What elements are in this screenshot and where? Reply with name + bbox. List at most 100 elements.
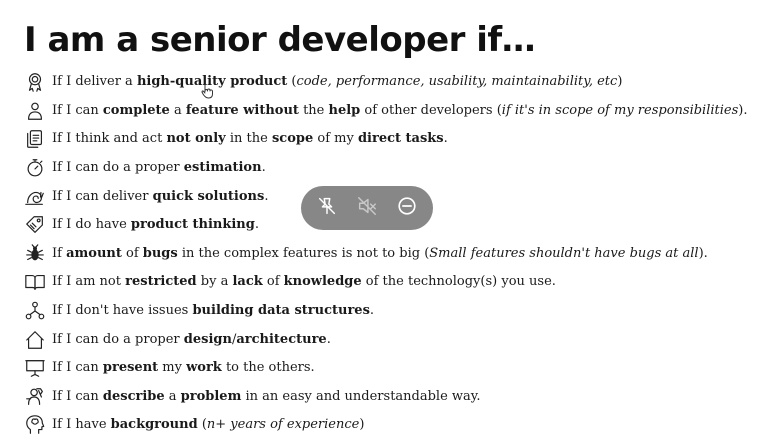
pin-off-icon bbox=[316, 195, 338, 221]
bold-text: design bbox=[183, 331, 232, 347]
text-fragment: If I can do a proper bbox=[52, 160, 184, 176]
text-fragment: If I can bbox=[52, 360, 103, 376]
stopwatch-icon bbox=[24, 157, 46, 179]
problem-solving-icon bbox=[24, 386, 46, 408]
head-brain-icon bbox=[24, 414, 46, 436]
list-item: If I can do a proper estimation. bbox=[24, 154, 759, 183]
text-fragment: If I think and act bbox=[52, 131, 167, 147]
text-fragment: . bbox=[443, 131, 448, 147]
text-fragment: If I don't have issues bbox=[52, 303, 193, 319]
bold-text: feature without bbox=[185, 102, 299, 118]
text-fragment: If I have bbox=[52, 417, 111, 433]
tree-structure-icon bbox=[24, 300, 46, 322]
page-title: I am a senior developer if… bbox=[24, 20, 536, 60]
floating-media-controls bbox=[301, 186, 433, 230]
italic-text: n+ years of experience bbox=[206, 417, 360, 433]
bold-text: building data structures bbox=[192, 303, 370, 319]
text-fragment: If I can deliver bbox=[52, 188, 153, 204]
text-fragment: of my bbox=[313, 131, 358, 147]
list-item: If amount of bugs in the complex feature… bbox=[24, 240, 759, 269]
list-item: If I think and act not only in the scope… bbox=[24, 125, 759, 154]
bold-text: describe bbox=[102, 388, 165, 404]
text-fragment: . bbox=[326, 331, 331, 347]
bold-text: restricted bbox=[125, 274, 197, 290]
bold-text: help bbox=[328, 102, 361, 118]
text-fragment: of other developers ( bbox=[360, 102, 502, 118]
bold-text: product thinking bbox=[130, 217, 255, 233]
text-fragment: If I do have bbox=[52, 217, 131, 233]
open-book-icon bbox=[24, 271, 46, 293]
text-fragment: my bbox=[158, 360, 187, 376]
minimize-button[interactable] bbox=[393, 194, 421, 222]
text-fragment: a bbox=[169, 102, 186, 118]
text-fragment: If I deliver a bbox=[52, 74, 137, 90]
text-fragment: If I can bbox=[52, 388, 103, 404]
text-fragment: the bbox=[298, 102, 329, 118]
person-icon bbox=[24, 100, 46, 122]
bold-text: present bbox=[102, 360, 159, 376]
list-item-text: If I don't have issues building data str… bbox=[52, 300, 374, 322]
text-fragment: of the technology(s) you use. bbox=[361, 274, 556, 290]
list-item: If I can present my work to the others. bbox=[24, 354, 759, 383]
italic-text: code, performance, usability, maintainab… bbox=[296, 74, 618, 90]
list-item-text: If I do have product thinking. bbox=[52, 214, 259, 236]
text-fragment: . bbox=[254, 217, 259, 233]
text-fragment: If bbox=[52, 245, 67, 261]
bold-text: amount bbox=[66, 245, 122, 261]
list-item: If I deliver a high-quality product (cod… bbox=[24, 68, 759, 97]
bold-text: estimation bbox=[183, 160, 262, 176]
list-item-text: If I can deliver quick solutions. bbox=[52, 186, 268, 208]
italic-text: if it's in scope of my responsibilities bbox=[501, 102, 739, 118]
bold-text: knowledge bbox=[283, 274, 362, 290]
list-item-text: If I can complete a feature without the … bbox=[52, 100, 748, 122]
house-outline-icon bbox=[24, 329, 46, 351]
text-fragment: in the bbox=[225, 131, 272, 147]
list-item-text: If I am not restricted by a lack of know… bbox=[52, 271, 556, 293]
text-fragment: ( bbox=[197, 417, 207, 433]
list-item: If I can do a proper design/architecture… bbox=[24, 325, 759, 354]
presentation-board-icon bbox=[24, 357, 46, 379]
list-item-text: If I have background (n+ years of experi… bbox=[52, 414, 364, 436]
text-fragment: ). bbox=[698, 245, 708, 261]
bold-text: bugs bbox=[142, 245, 178, 261]
text-fragment: by a bbox=[196, 274, 233, 290]
text-fragment: of bbox=[262, 274, 284, 290]
text-fragment: . bbox=[261, 160, 266, 176]
documents-icon bbox=[24, 128, 46, 150]
bold-text: problem bbox=[180, 388, 242, 404]
bold-text: not only bbox=[166, 131, 226, 147]
text-fragment: to the others. bbox=[221, 360, 315, 376]
list-item-text: If I can do a proper design/architecture… bbox=[52, 329, 331, 351]
bold-text: architecture bbox=[236, 331, 327, 347]
mute-button[interactable] bbox=[353, 194, 381, 222]
text-fragment: ) bbox=[617, 74, 623, 90]
italic-text: Small features shouldn't have bugs at al… bbox=[429, 245, 699, 261]
bold-text: quick solutions bbox=[152, 188, 265, 204]
list-item: If I can describe a problem in an easy a… bbox=[24, 383, 759, 412]
text-fragment: a bbox=[164, 388, 181, 404]
text-fragment: If I can do a proper bbox=[52, 331, 184, 347]
price-tag-icon bbox=[24, 214, 46, 236]
list-item-text: If I think and act not only in the scope… bbox=[52, 128, 448, 150]
text-fragment: ) bbox=[359, 417, 365, 433]
text-fragment: ). bbox=[738, 102, 748, 118]
text-fragment: in an easy and understandable way. bbox=[241, 388, 481, 404]
award-badge-icon bbox=[24, 71, 46, 93]
list-item-text: If I can present my work to the others. bbox=[52, 357, 315, 379]
list-item-text: If amount of bugs in the complex feature… bbox=[52, 243, 708, 265]
text-fragment: in the complex features is not to big ( bbox=[177, 245, 430, 261]
bold-text: work bbox=[186, 360, 222, 376]
bold-text: lack bbox=[232, 274, 263, 290]
bold-text: direct tasks bbox=[357, 131, 444, 147]
text-fragment: of bbox=[121, 245, 143, 261]
bug-icon bbox=[24, 243, 46, 265]
list-item: If I have background (n+ years of experi… bbox=[24, 411, 759, 440]
text-fragment: . bbox=[264, 188, 269, 204]
list-item-text: If I can do a proper estimation. bbox=[52, 157, 266, 179]
minus-circle-icon bbox=[396, 195, 418, 221]
bold-text: scope bbox=[271, 131, 314, 147]
unpin-button[interactable] bbox=[313, 194, 341, 222]
list-item-text: If I deliver a high-quality product (cod… bbox=[52, 71, 622, 93]
list-item-text: If I can describe a problem in an easy a… bbox=[52, 386, 481, 408]
hand-cursor-icon bbox=[201, 84, 213, 99]
